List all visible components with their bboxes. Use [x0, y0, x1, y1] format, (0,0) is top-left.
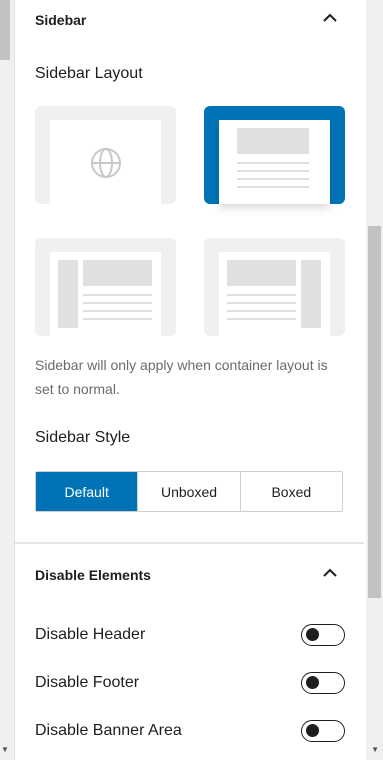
right-scrollbar[interactable]: ▼	[366, 0, 383, 760]
sidebar-placeholder	[301, 260, 321, 328]
globe-icon	[91, 148, 121, 178]
style-unboxed-button[interactable]: Unboxed	[138, 472, 241, 511]
disable-header-toggle[interactable]	[301, 624, 345, 646]
layout-option-right-sidebar[interactable]	[204, 238, 345, 336]
sidebar-layout-label: Sidebar Layout	[35, 65, 143, 82]
scroll-down-arrow-icon[interactable]: ▼	[371, 745, 379, 754]
layout-option-no-sidebar[interactable]	[204, 106, 345, 204]
sidebar-help-text: Sidebar will only apply when container l…	[35, 357, 328, 397]
section-divider	[15, 542, 364, 544]
disable-footer-row: Disable Footer	[35, 672, 345, 698]
layout-option-left-sidebar[interactable]	[35, 238, 176, 336]
toggle-label: Disable Header	[35, 626, 146, 643]
disable-banner-area-row: Disable Banner Area	[35, 720, 345, 746]
chevron-up-icon[interactable]	[320, 11, 340, 25]
disable-elements-section-title[interactable]: Disable Elements	[35, 567, 151, 583]
sidebar-placeholder	[58, 260, 78, 328]
scroll-down-arrow-icon[interactable]: ▼	[1, 745, 9, 754]
toggle-label: Disable Banner Area	[35, 722, 182, 739]
content-placeholder	[237, 128, 309, 154]
toggle-label: Disable Footer	[35, 674, 140, 691]
sidebar-style-label: Sidebar Style	[35, 429, 131, 446]
right-scrollbar-thumb[interactable]	[368, 226, 381, 598]
left-scrollbar[interactable]: ▼	[0, 0, 14, 760]
disable-header-row: Disable Header	[35, 624, 345, 650]
style-boxed-button[interactable]: Boxed	[241, 472, 342, 511]
disable-footer-toggle[interactable]	[301, 672, 345, 694]
left-scrollbar-thumb[interactable]	[0, 0, 10, 60]
disable-banner-area-toggle[interactable]	[301, 720, 345, 742]
sidebar-style-selector: Default Unboxed Boxed	[35, 471, 343, 512]
settings-panel: Sidebar Sidebar Layout Sidebar will only…	[14, 0, 364, 760]
style-default-button[interactable]: Default	[36, 472, 139, 511]
chevron-up-icon[interactable]	[320, 566, 340, 580]
layout-option-default[interactable]	[35, 106, 176, 204]
sidebar-section-title[interactable]: Sidebar	[35, 12, 86, 28]
